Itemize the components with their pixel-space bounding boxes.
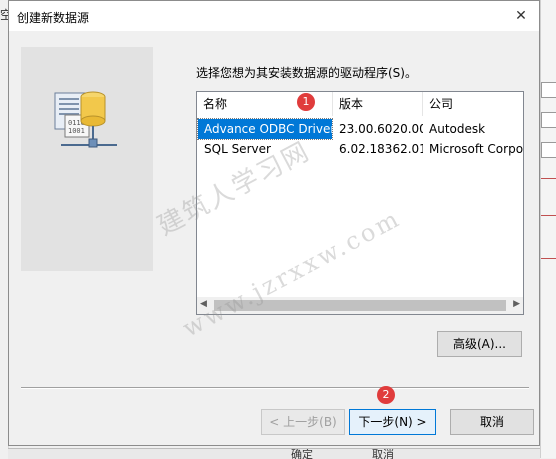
cancel-button[interactable]: 取消 — [450, 409, 534, 435]
driver-list[interactable]: 名称 版本 公司 Advance ODBC Driver 23.00.6020.… — [196, 91, 524, 315]
annotation-badge-2: 2 — [377, 386, 395, 404]
column-header-version[interactable]: 版本 — [333, 92, 423, 116]
background-button-strip: 确定 取消 — [8, 448, 540, 459]
driver-name: SQL Server — [204, 142, 271, 156]
driver-version: 6.02.18362.01 — [339, 142, 423, 156]
background-line — [541, 215, 556, 216]
svg-text:1001: 1001 — [68, 127, 85, 135]
scroll-left-icon[interactable]: ◀ — [200, 299, 207, 309]
background-cancel-label: 取消 — [372, 448, 394, 459]
background-ok-label: 确定 — [291, 448, 313, 459]
driver-company: Autodesk — [429, 122, 486, 136]
title-bar: 创建新数据源 ✕ — [9, 1, 539, 31]
background-checkbox — [541, 112, 556, 128]
scrollbar-thumb[interactable] — [214, 300, 506, 311]
driver-name: Advance ODBC Driver — [197, 118, 333, 140]
background-window-right-edge — [540, 0, 556, 458]
annotation-badge-1: 1 — [297, 93, 315, 111]
scroll-right-icon[interactable]: ▶ — [513, 299, 520, 309]
driver-row[interactable]: Advance ODBC Driver 23.00.6020.00 Autode… — [197, 118, 523, 140]
next-button[interactable]: 下一步(N) > — [349, 409, 436, 435]
driver-version: 23.00.6020.00 — [339, 122, 423, 136]
close-icon[interactable]: ✕ — [503, 1, 539, 31]
horizontal-scrollbar[interactable]: ◀ ▶ — [197, 297, 523, 314]
driver-row[interactable]: SQL Server 6.02.18362.01 Microsoft Corpo… — [197, 139, 523, 159]
background-line — [541, 258, 556, 259]
dialog-separator — [21, 387, 529, 389]
dialog-title: 创建新数据源 — [17, 11, 90, 25]
driver-company: Microsoft Corporation — [429, 142, 523, 156]
wizard-illustration-panel: 0110 1001 — [21, 47, 153, 271]
list-header: 名称 版本 公司 — [197, 92, 523, 116]
advanced-button[interactable]: 高级(A)... — [437, 331, 522, 357]
back-button[interactable]: < 上一步(B) — [261, 409, 345, 435]
background-checkbox — [541, 142, 556, 158]
background-text-fragment: 空 — [0, 8, 8, 22]
background-line — [541, 178, 556, 179]
driver-selection-prompt: 选择您想为其安装数据源的驱动程序(S)。 — [196, 66, 417, 80]
column-header-company[interactable]: 公司 — [423, 92, 523, 116]
database-driver-icon: 0110 1001 — [54, 91, 117, 148]
create-data-source-dialog: 创建新数据源 ✕ 0110 1001 选择您想为其安装数据源的驱动程序(S)。 … — [8, 0, 540, 446]
background-checkbox — [541, 82, 556, 98]
